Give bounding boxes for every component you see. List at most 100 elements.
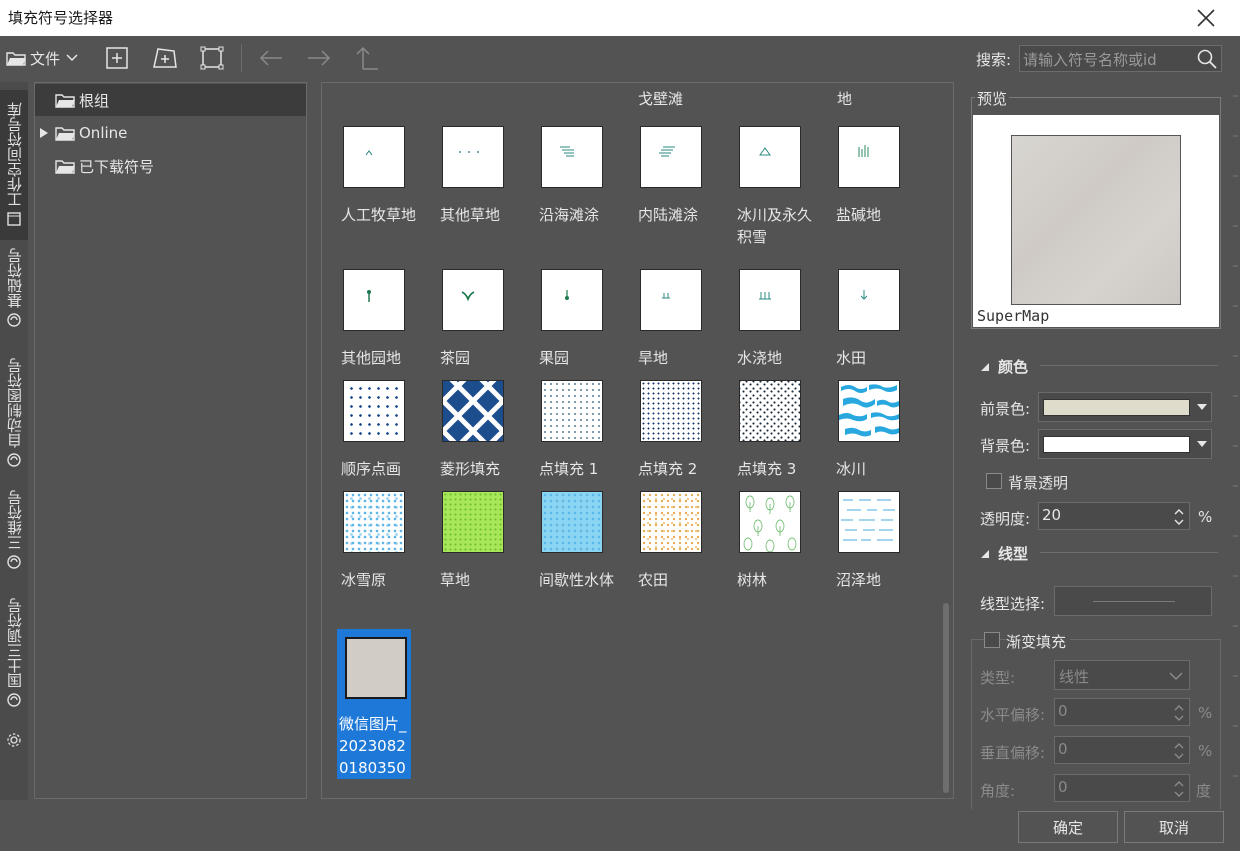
- symbol-label: 沼泽地: [836, 571, 882, 589]
- background-color-picker[interactable]: [1038, 429, 1212, 459]
- symbol-label: 果园: [539, 349, 570, 367]
- dot-fill-2-icon: [640, 380, 702, 442]
- select-region-button[interactable]: [199, 44, 225, 72]
- line-section-header[interactable]: 线型: [980, 543, 1028, 564]
- transparent-background-label: 背景透明: [1008, 474, 1069, 492]
- line-style-select[interactable]: [1054, 586, 1212, 616]
- opacity-label: 透明度:: [980, 510, 1031, 528]
- arrow-left-icon: [259, 50, 282, 66]
- file-menu-button[interactable]: 文件: [6, 44, 88, 72]
- irrigated-icon: [739, 269, 801, 331]
- ok-button[interactable]: 确定: [1018, 811, 1118, 843]
- search-icon[interactable]: [1196, 48, 1218, 70]
- symbol-label: 内陆滩涂: [638, 206, 699, 224]
- back-button[interactable]: [257, 44, 285, 72]
- folder-icon: [55, 127, 75, 141]
- collapse-triangle-icon: [981, 549, 989, 558]
- up-level-button[interactable]: [353, 44, 381, 72]
- gradient-fill-checkbox[interactable]: [984, 632, 1000, 648]
- new-group-button[interactable]: [104, 44, 130, 72]
- color-section-title: 颜色: [998, 358, 1029, 376]
- online-icon: [7, 313, 21, 327]
- foreground-label: 前景色:: [980, 400, 1031, 418]
- spin-arrows-icon[interactable]: [1173, 740, 1185, 762]
- preview-title: 预览: [975, 88, 1010, 109]
- online-icon: [7, 555, 21, 569]
- grid-scrollbar[interactable]: [943, 603, 949, 793]
- tree-item-label: 已下载符号: [79, 157, 155, 176]
- background-swatch: [1043, 436, 1190, 453]
- line-select-label: 线型选择:: [980, 595, 1046, 613]
- book-icon: [7, 212, 21, 226]
- arrow-up-icon: [356, 46, 378, 70]
- opacity-spinbox[interactable]: 20: [1038, 502, 1190, 530]
- tab-label: 基础符号: [5, 248, 24, 308]
- symbol-label: 水浇地: [737, 349, 783, 367]
- spin-arrows-icon[interactable]: [1173, 702, 1185, 724]
- v-offset-spinbox[interactable]: 0: [1054, 736, 1190, 764]
- symbol-label: 人工牧草地: [341, 206, 417, 224]
- add-shape-icon: [153, 48, 177, 68]
- search-placeholder: 请输入符号名称或id: [1023, 51, 1157, 69]
- gear-icon[interactable]: [6, 732, 22, 748]
- preview-caption: SuperMap: [977, 307, 1050, 325]
- salt-bars-icon: [838, 126, 900, 188]
- triangle-icon: [739, 126, 801, 188]
- tab-3d-symbols[interactable]: 三维符号: [0, 486, 28, 582]
- symbol-label: 其他草地: [440, 206, 501, 224]
- tab-basic-symbols[interactable]: 基础符号: [0, 244, 28, 344]
- snowfield-icon: [343, 491, 405, 553]
- spin-arrows-icon[interactable]: [1173, 778, 1185, 800]
- folder-icon: [55, 160, 75, 174]
- import-symbol-button[interactable]: [151, 44, 179, 72]
- angle-spinbox[interactable]: 0: [1054, 774, 1190, 802]
- dot-fill-3-icon: [739, 380, 801, 442]
- divider: [1040, 552, 1218, 553]
- symbol-label: 茶园: [440, 349, 471, 367]
- forward-button[interactable]: [305, 44, 333, 72]
- orchard-icon: [541, 269, 603, 331]
- symbol-label: 点填充 1: [539, 460, 599, 478]
- transparent-background-checkbox[interactable]: [986, 473, 1002, 489]
- add-box-icon: [106, 47, 128, 69]
- spin-arrows-icon[interactable]: [1173, 506, 1185, 528]
- farmland-icon: [640, 491, 702, 553]
- symbol-label: 草地: [440, 571, 471, 589]
- dropdown-arrow-icon: [1197, 404, 1207, 410]
- dropdown-arrow-icon: [1197, 441, 1207, 447]
- dots-icon: [442, 126, 504, 188]
- symbol-label: 冰雪原: [341, 571, 387, 589]
- tab-land-survey-symbols[interactable]: 国土三调符号: [0, 594, 28, 714]
- color-section-header[interactable]: 颜色: [980, 356, 1028, 377]
- gradient-type-label: 类型:: [980, 669, 1016, 687]
- close-icon[interactable]: [1194, 6, 1218, 30]
- preview-image: [1011, 135, 1181, 305]
- tab-label: 自动制图符号: [5, 358, 24, 448]
- symbol-label: 旱地: [638, 349, 669, 367]
- gradient-fill-label: 渐变填充: [1006, 631, 1071, 652]
- divider: [1040, 365, 1218, 366]
- h-offset-spinbox[interactable]: 0: [1054, 698, 1190, 726]
- symbol-label: 菱形填充: [440, 460, 501, 478]
- background-label: 背景色:: [980, 437, 1031, 455]
- cancel-button[interactable]: 取消: [1124, 811, 1224, 843]
- tab-auto-mapping-symbols[interactable]: 自动制图符号: [0, 354, 28, 474]
- symbol-label: 冰川: [836, 460, 867, 478]
- folder-icon: [6, 52, 26, 66]
- symbol-label: 点填充 2: [638, 460, 698, 478]
- search-input[interactable]: 请输入符号名称或id: [1019, 45, 1222, 72]
- foreground-color-picker[interactable]: [1038, 392, 1212, 422]
- panel-edge-ticks: [1233, 95, 1238, 777]
- tree-item-root[interactable]: 根组: [35, 84, 306, 116]
- glacier-icon: [838, 380, 900, 442]
- symbol-label: 水田: [836, 349, 867, 367]
- bounding-box-icon: [200, 46, 224, 70]
- tree-item-online[interactable]: Online: [35, 117, 306, 149]
- symbol-label: 其他园地: [341, 349, 402, 367]
- v-offset-unit: %: [1198, 742, 1213, 760]
- expand-arrow-icon[interactable]: [39, 127, 49, 139]
- tab-workspace-library[interactable]: 工作空间符号库: [0, 90, 28, 240]
- gradient-type-select[interactable]: 线性: [1054, 660, 1190, 690]
- tree-item-downloaded[interactable]: 已下载符号: [35, 150, 306, 182]
- symbol-group-tree: 根组 Online 已下载符号: [34, 82, 307, 799]
